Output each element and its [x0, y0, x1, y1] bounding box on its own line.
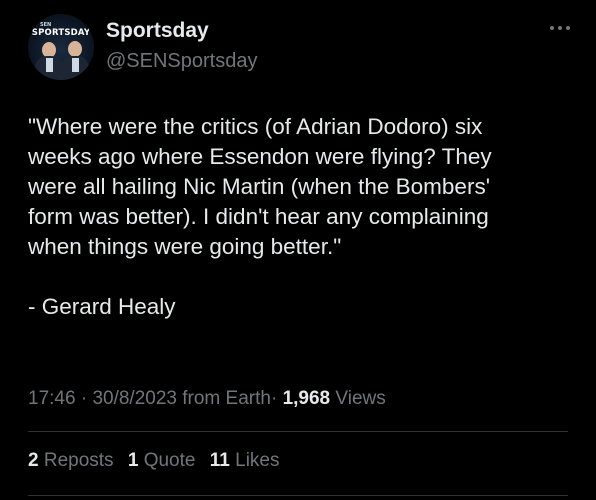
quotes-label: Quote	[143, 450, 196, 471]
tweet-header: SEN SPORTSDAY Sportsday @SENSportsday	[28, 14, 576, 84]
views-label: Views	[335, 388, 386, 409]
tweet-quote: "Where were the critics (of Adrian Dodor…	[28, 114, 492, 259]
more-options-icon[interactable]	[549, 24, 571, 32]
tweet-attribution: - Gerard Healy	[28, 294, 176, 319]
reposts-count: 2	[28, 450, 39, 471]
tweet-date[interactable]: 30/8/2023	[92, 388, 177, 409]
avatar-person-right	[60, 36, 90, 80]
quotes-stat[interactable]: 1 Quote	[128, 450, 196, 472]
divider-top	[28, 431, 568, 432]
views-count: 1,968	[282, 388, 331, 409]
author-display-name[interactable]: Sportsday	[106, 19, 209, 43]
quotes-count: 1	[127, 450, 139, 471]
tweet-meta: 17:46 · 30/8/2023 from Earth· 1,968 View…	[28, 388, 386, 410]
tweet-text: "Where were the critics (of Adrian Dodor…	[28, 112, 568, 322]
author-handle[interactable]: @SENSportsday	[106, 50, 257, 73]
divider-bottom	[28, 495, 568, 496]
reposts-label: Reposts	[43, 450, 114, 471]
reposts-stat[interactable]: 2 Reposts	[28, 450, 114, 472]
likes-count: 11	[209, 450, 230, 471]
tweet-time[interactable]: 17:46	[28, 388, 76, 409]
tweet-stats: 2 Reposts 1 Quote 11 Likes	[28, 450, 288, 472]
avatar[interactable]: SEN SPORTSDAY	[28, 14, 94, 80]
meta-separator: ·	[270, 388, 278, 409]
likes-label: Likes	[235, 450, 280, 471]
likes-stat[interactable]: 11 Likes	[210, 450, 280, 472]
meta-separator: ·	[80, 388, 88, 409]
tweet-source: from Earth	[182, 388, 271, 409]
